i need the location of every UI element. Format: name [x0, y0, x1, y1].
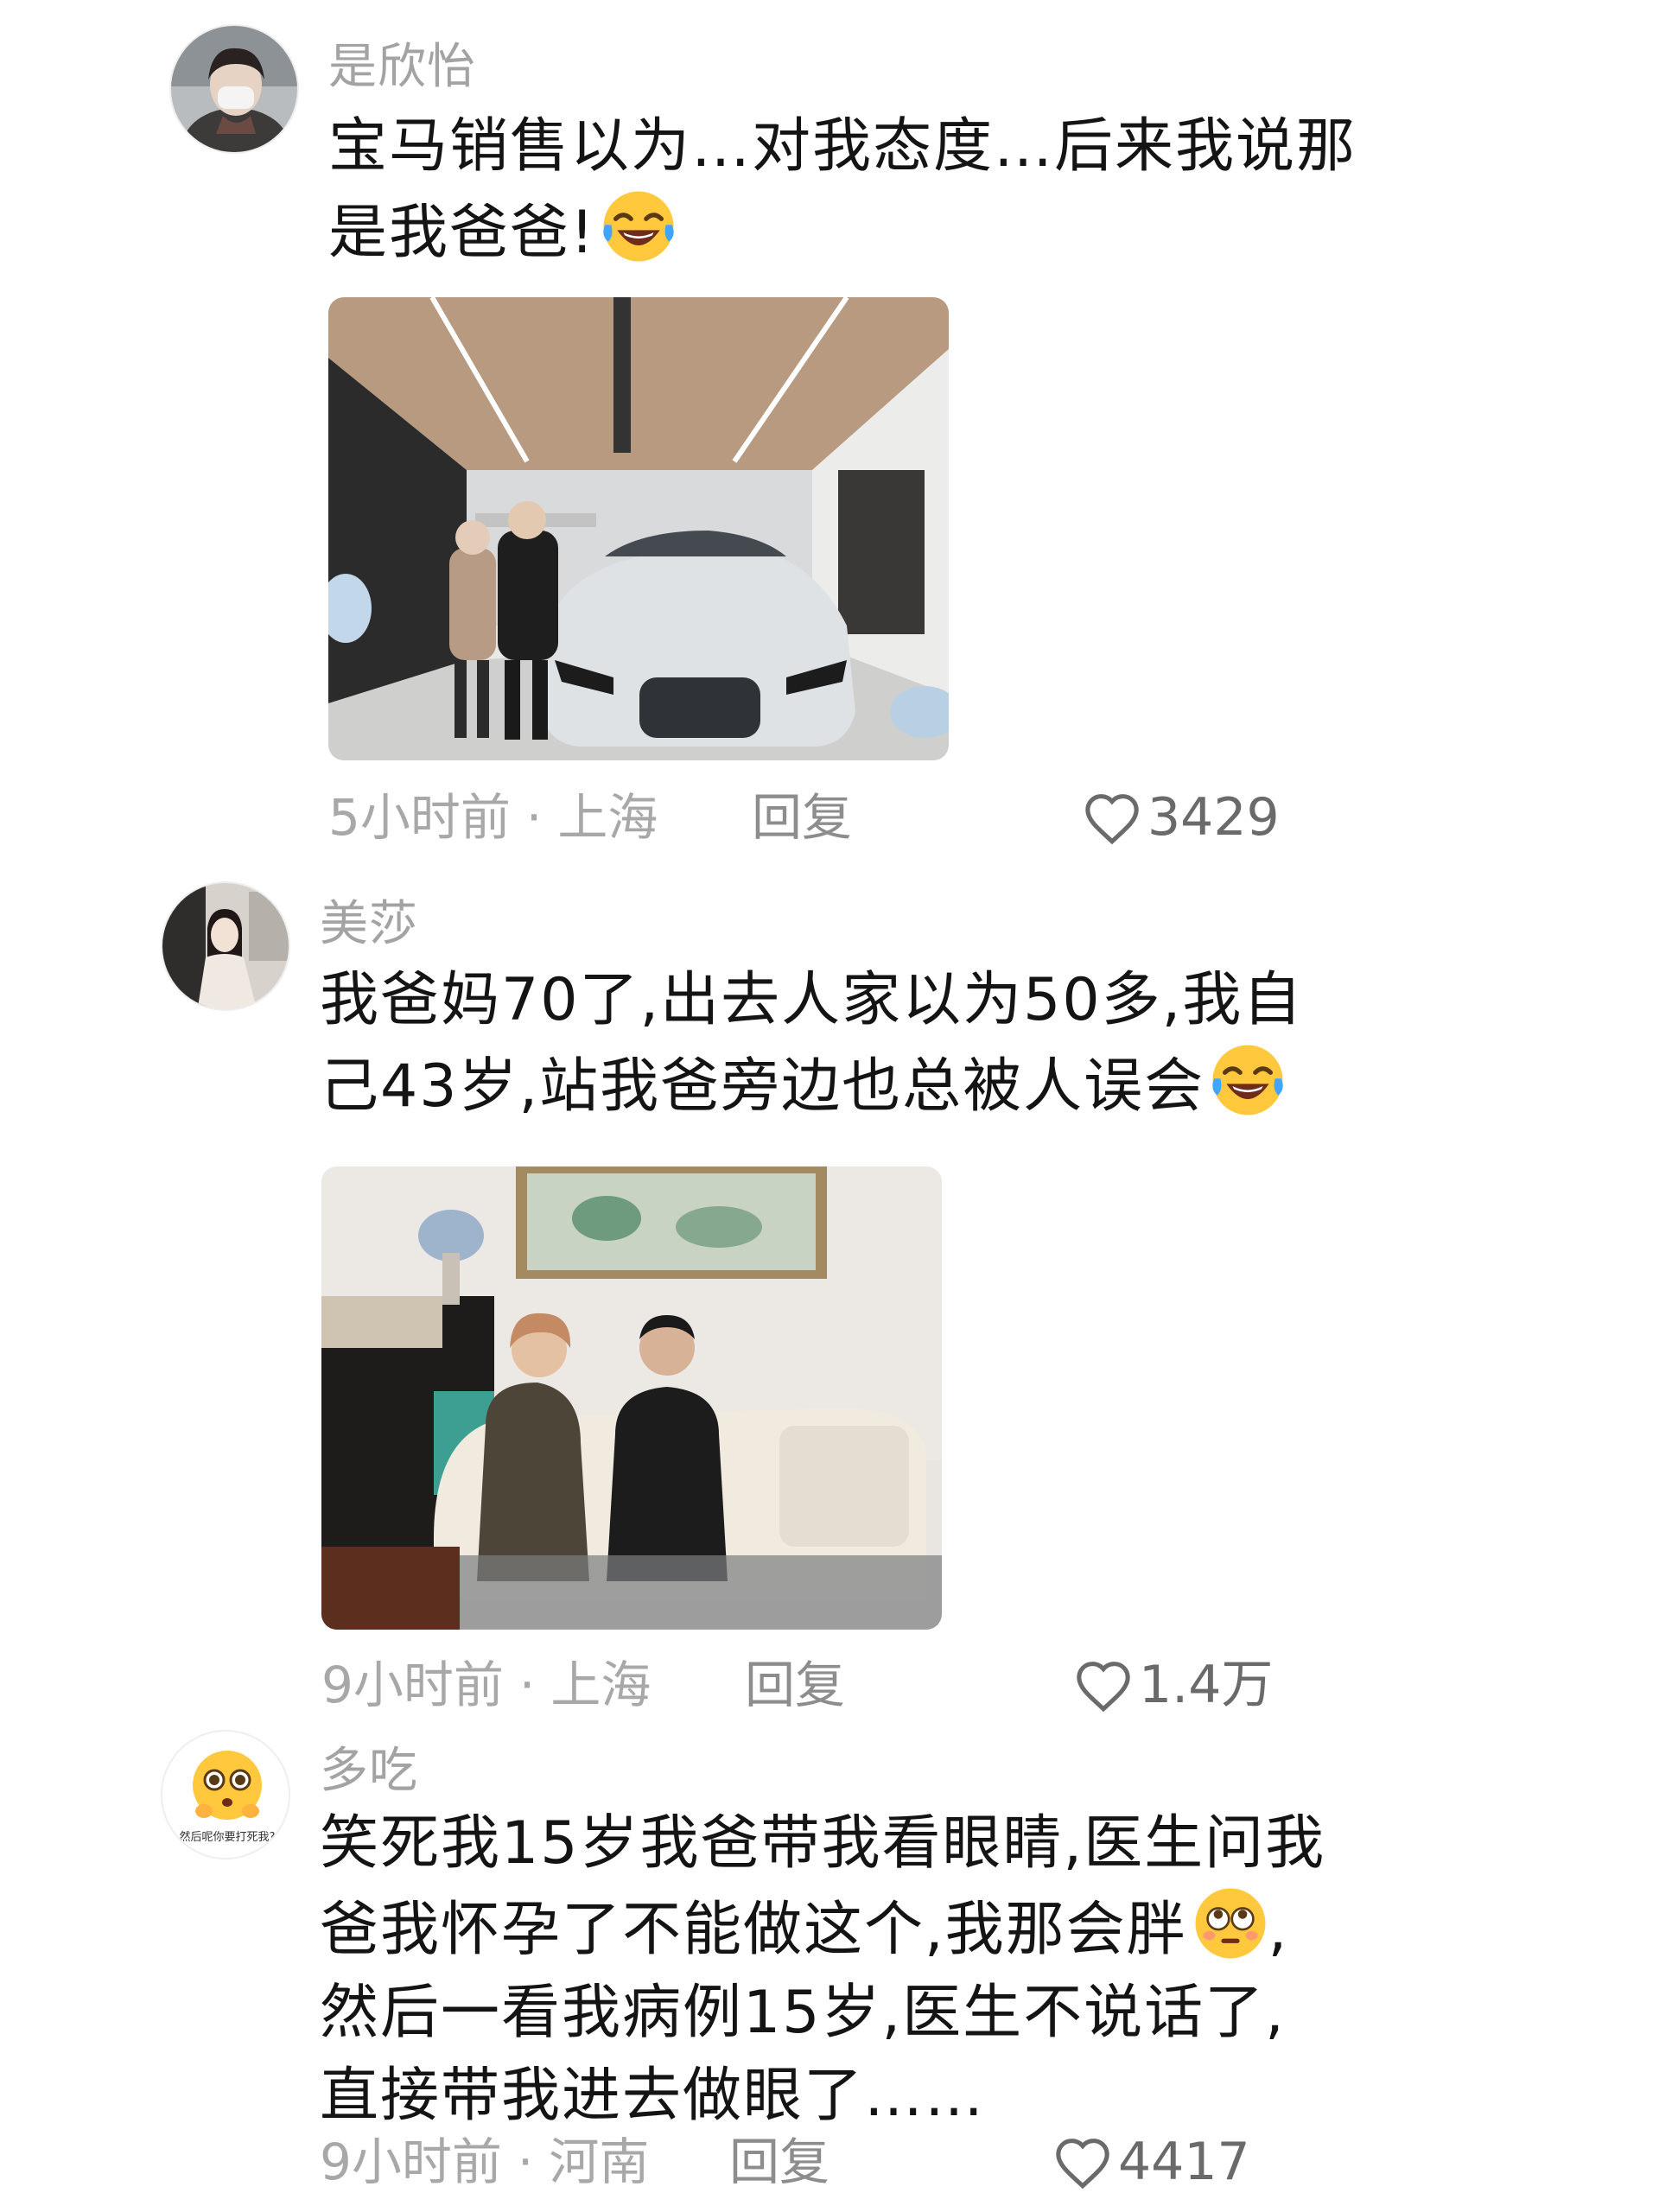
comment-item: 然后呢你要打死我? 多吃 笑死我15岁我爸带我看眼睛,医生问我 爸我怀孕了不能做… [0, 1711, 1659, 2212]
comment-location: 河南 [549, 2133, 650, 2191]
separator-dot: · [517, 2133, 534, 2191]
comment-line: 宝马销售以为…对我态度…后来我说那 [328, 112, 1357, 181]
avatar-caption: 然后呢你要打死我? [180, 1830, 276, 1844]
living-room-photo[interactable] [321, 1166, 942, 1630]
avatar-image: 然后呢你要打死我? [162, 1732, 289, 1858]
heart-icon [1056, 2139, 1109, 2190]
comment-line: 爸我怀孕了不能做这个,我那会胖 , [320, 1885, 1325, 1972]
comment-text: 笑死我15岁我爸带我看眼睛,医生问我 爸我怀孕了不能做这个,我那会胖 , 然后一… [320, 1802, 1325, 2138]
comment-location: 上海 [557, 788, 658, 847]
username[interactable]: 多吃 [320, 1732, 418, 1802]
avatar-image [171, 26, 297, 152]
like-button[interactable]: 1.4万 [1073, 1650, 1273, 1719]
comment-line: 笑死我15岁我爸带我看眼睛,医生问我 [320, 1809, 1326, 1878]
comment-time: 9小时前 [320, 2133, 502, 2191]
separator-dot: · [518, 1656, 536, 1714]
comment-location: 上海 [550, 1656, 652, 1714]
separator-dot: · [525, 788, 543, 847]
comment-line: 己43岁,站我爸旁边也总被人误会 [320, 1042, 1303, 1128]
avatar[interactable] [161, 881, 290, 1011]
comment-item: 美莎 我爸妈70了,出去人家以为50多,我自 己43岁,站我爸旁边也总被人误会 [0, 855, 1659, 1715]
comment-line-text: 爸我怀孕了不能做这个,我那会胖 [320, 1896, 1187, 1964]
avatar[interactable]: 然后呢你要打死我? [161, 1730, 290, 1859]
comment-time: 5小时前 [328, 788, 511, 847]
comment-item: 是欣怡 宝马销售以为…对我态度…后来我说那 是我爸爸! 5小时前 · 上海 回复… [0, 0, 1659, 855]
showroom-image [328, 297, 949, 760]
comment-text: 我爸妈70了,出去人家以为50多,我自 己43岁,站我爸旁边也总被人误会 [320, 959, 1303, 1128]
reply-button[interactable]: 回复 [752, 783, 852, 852]
heart-icon [1085, 794, 1139, 845]
rofl-emoji-icon [1210, 1042, 1286, 1118]
comment-meta: 9小时前 · 上海 [321, 1650, 651, 1719]
comment-line: 然后一看我病例15岁,医生不说话了, [320, 1979, 1286, 2047]
username[interactable]: 是欣怡 [328, 28, 476, 98]
comment-line: 直接带我进去做眼了…… [320, 2062, 986, 2130]
comment-meta: 5小时前 · 上海 [328, 783, 658, 852]
like-count: 1.4万 [1139, 1655, 1274, 1715]
heart-icon [1077, 1662, 1130, 1713]
comment-meta: 9小时前 · 河南 [320, 2127, 649, 2196]
comment-line-text: 己43岁,站我爸旁边也总被人误会 [320, 1052, 1205, 1121]
avatar-image [162, 883, 289, 1009]
like-count: 3429 [1147, 787, 1280, 848]
username[interactable]: 美莎 [320, 885, 418, 955]
like-count: 4417 [1118, 2132, 1250, 2192]
comment-line: 是我爸爸! [328, 188, 1357, 275]
comment-line-text: 是我爸爸! [328, 199, 596, 267]
reply-button[interactable]: 回复 [745, 1650, 845, 1719]
reply-button[interactable]: 回复 [729, 2127, 830, 2196]
like-button[interactable]: 3429 [1082, 783, 1280, 852]
avatar[interactable] [169, 24, 299, 154]
flushed-emoji-icon [1192, 1885, 1268, 1961]
car-showroom-photo[interactable] [328, 297, 949, 760]
living-room-image [321, 1166, 942, 1630]
comment-line: 我爸妈70了,出去人家以为50多,我自 [320, 966, 1304, 1034]
comment-time: 9小时前 [321, 1656, 504, 1714]
comment-text: 宝马销售以为…对我态度…后来我说那 是我爸爸! [328, 105, 1357, 275]
like-button[interactable]: 4417 [1052, 2127, 1250, 2196]
rofl-emoji-icon [601, 188, 677, 264]
